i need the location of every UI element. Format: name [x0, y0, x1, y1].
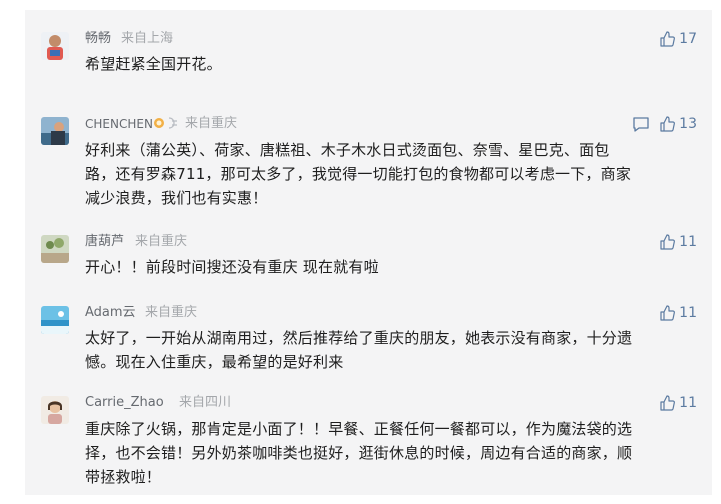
comment-text-line: 太好了，一开始从湖南用过，然后推荐给了重庆的朋友，她表示没有商家，十分遗	[85, 329, 633, 347]
like-count: 13	[679, 116, 697, 132]
thumbs-up-icon	[659, 116, 676, 132]
location: 来自上海	[121, 31, 174, 46]
like-count: 11	[679, 305, 697, 321]
like-count: 11	[679, 234, 697, 250]
comment-text-line: 减少浪费，我们也有实惠！	[85, 189, 268, 207]
avatar[interactable]	[41, 32, 69, 60]
username[interactable]: Carrie_Zhao	[85, 395, 164, 411]
thumbs-up-icon	[659, 31, 676, 47]
username[interactable]: CHENCHEN	[85, 116, 153, 132]
thumbs-up-icon	[659, 234, 676, 250]
comment-text: 太好了，一开始从湖南用过，然后推荐给了重庆的朋友，她表示没有商家，十分遗 憾。现…	[85, 326, 685, 374]
like-button[interactable]: 11	[659, 233, 697, 251]
like-button[interactable]: 11	[659, 394, 697, 412]
thumbs-up-icon	[659, 395, 676, 411]
user-badge-icon	[153, 115, 181, 131]
location: 来自四川	[179, 395, 232, 410]
comment-text-line: 择，也不会错！另外奶茶咖啡类也挺好，逛街休息的时候，周边有合适的商家，顺	[85, 444, 633, 462]
like-count: 17	[679, 31, 697, 47]
like-button[interactable]: 17	[659, 30, 697, 48]
location: 来自重庆	[185, 116, 238, 131]
avatar[interactable]	[41, 117, 69, 145]
comment-bubble-icon[interactable]	[632, 115, 650, 133]
comment-text-line: 憾。现在入住重庆，最希望的是好利来	[85, 353, 344, 371]
location: 来自重庆	[135, 234, 188, 249]
comment-text: 开心！！前段时间搜还没有重庆 现在就有啦	[85, 258, 379, 276]
thumbs-up-icon	[659, 305, 676, 321]
comment-text-line: 带拯救啦！	[85, 468, 162, 486]
comment-text: 重庆除了火锅，那肯定是小面了！！早餐、正餐任何一餐都可以，作为魔法袋的选 择，也…	[85, 417, 685, 489]
comment-text-line: 好利来（蒲公英）、荷家、唐糕祖、木子木水日式烫面包、奈雪、星巴克、面包	[85, 141, 610, 159]
avatar[interactable]	[41, 396, 69, 424]
comment-text: 希望赶紧全国开花。	[85, 55, 222, 73]
comment-text: 好利来（蒲公英）、荷家、唐糕祖、木子木水日式烫面包、奈雪、星巴克、面包 路，还有…	[85, 138, 685, 210]
avatar[interactable]	[41, 306, 69, 334]
username[interactable]: 唐葫芦	[85, 234, 124, 250]
username[interactable]: 畅畅	[85, 31, 111, 47]
avatar[interactable]	[41, 235, 69, 263]
comment-text-line: 路，还有罗森711，那可太多了，我觉得一切能打包的食物都可以考虑一下，商家	[85, 165, 632, 183]
comment-text-line: 重庆除了火锅，那肯定是小面了！！早餐、正餐任何一餐都可以，作为魔法袋的选	[85, 420, 633, 438]
comment-panel: 畅畅 来自上海 17 希望赶紧全国开花。 CHENCHEN 来自重庆 13 好利…	[25, 10, 712, 495]
like-count: 11	[679, 395, 697, 411]
location: 来自重庆	[145, 305, 198, 320]
like-button[interactable]: 11	[659, 304, 697, 322]
username[interactable]: Adam云	[85, 305, 136, 321]
like-button[interactable]: 13	[659, 115, 697, 133]
